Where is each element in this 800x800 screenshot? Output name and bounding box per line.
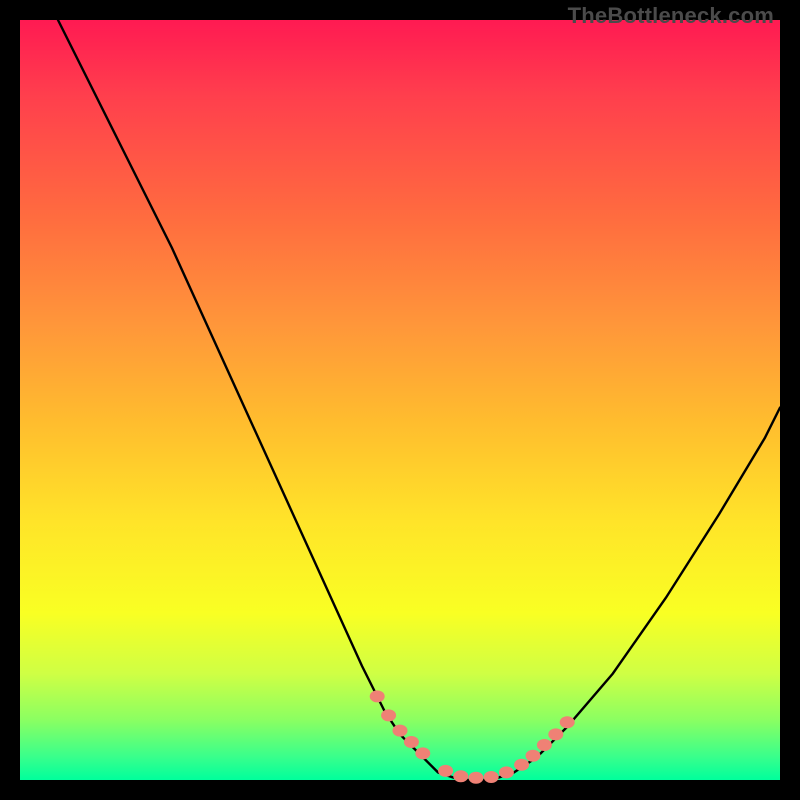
highlight-dot (370, 690, 385, 702)
highlight-dot (415, 747, 430, 759)
highlight-dot (438, 765, 453, 777)
chart-svg (20, 20, 780, 780)
highlight-dot (469, 772, 484, 784)
chart-frame (20, 20, 780, 780)
highlight-dot (560, 716, 575, 728)
highlight-dot (484, 771, 499, 783)
highlight-dot (514, 759, 529, 771)
highlight-dot (499, 766, 514, 778)
highlight-dot (381, 709, 396, 721)
bottleneck-curve (58, 20, 780, 780)
watermark-text: TheBottleneck.com (568, 3, 774, 29)
highlight-dot (393, 725, 408, 737)
highlight-dot (453, 770, 468, 782)
highlight-dot (537, 739, 552, 751)
highlight-dots (370, 690, 575, 783)
highlight-dot (404, 736, 419, 748)
highlight-dot (526, 750, 541, 762)
plot-area (20, 20, 780, 780)
highlight-dot (548, 728, 563, 740)
